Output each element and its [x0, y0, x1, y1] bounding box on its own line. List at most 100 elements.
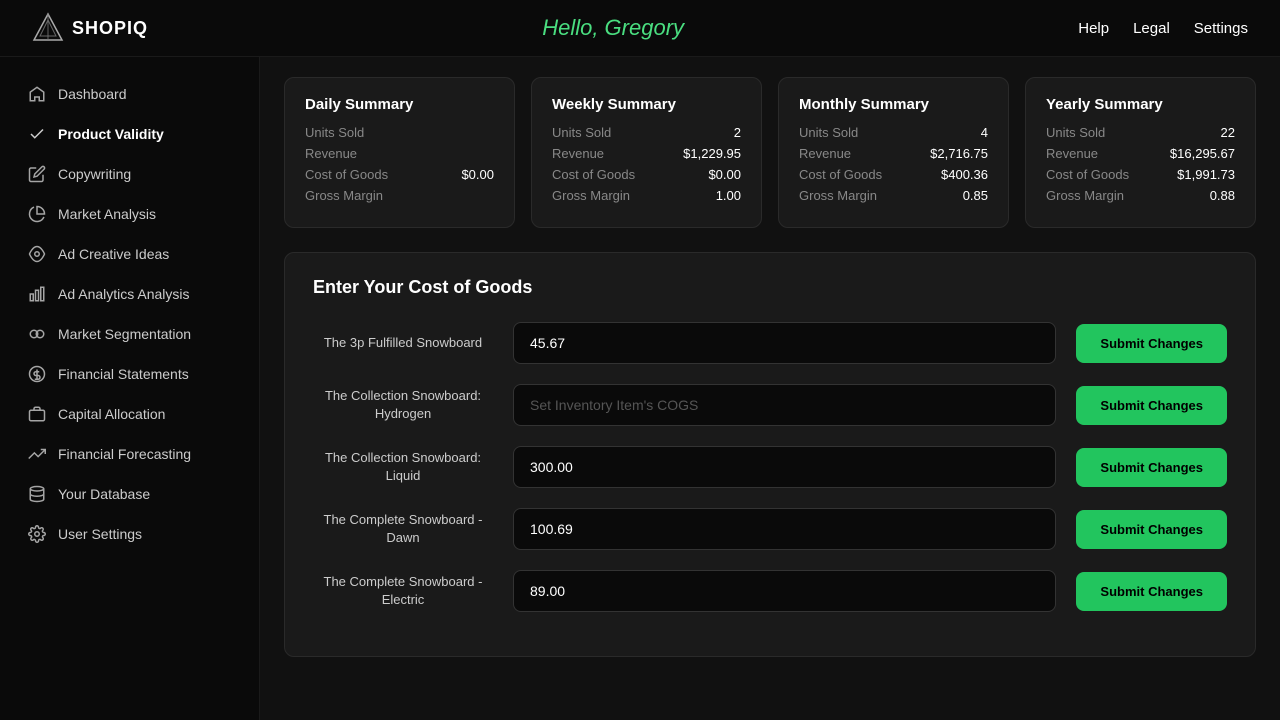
submit-btn-4[interactable]: Submit Changes [1076, 572, 1227, 611]
card-monthly-value-0: 4 [981, 125, 988, 140]
card-weekly: Weekly Summary Units Sold 2 Revenue $1,2… [531, 77, 762, 228]
card-weekly-label-3: Gross Margin [552, 188, 630, 203]
card-weekly-value-0: 2 [734, 125, 741, 140]
body-layout: Dashboard Product Validity Copywriting M… [0, 57, 1280, 720]
card-weekly-row-1: Revenue $1,229.95 [552, 146, 741, 161]
card-monthly-label-0: Units Sold [799, 125, 858, 140]
logo: SHOPIQ [32, 12, 148, 44]
sidebar-label-copywriting: Copywriting [58, 166, 131, 182]
card-yearly-value-2: $1,991.73 [1177, 167, 1235, 182]
sidebar-item-product-validity[interactable]: Product Validity [8, 115, 251, 153]
card-daily-title: Daily Summary [305, 96, 494, 113]
cog-panel-title: Enter Your Cost of Goods [313, 277, 1227, 298]
sidebar-item-user-settings[interactable]: User Settings [8, 515, 251, 553]
card-daily-label-3: Gross Margin [305, 188, 383, 203]
gear-icon [28, 525, 46, 543]
card-daily-value-2: $0.00 [461, 167, 494, 182]
card-yearly-value-3: 0.88 [1210, 188, 1235, 203]
header: SHOPIQ Hello, Gregory Help Legal Setting… [0, 0, 1280, 57]
dollar-icon [28, 365, 46, 383]
chart-pie-icon [28, 205, 46, 223]
card-weekly-row-3: Gross Margin 1.00 [552, 188, 741, 203]
help-link[interactable]: Help [1078, 20, 1109, 37]
card-monthly: Monthly Summary Units Sold 4 Revenue $2,… [778, 77, 1009, 228]
card-monthly-row-0: Units Sold 4 [799, 125, 988, 140]
card-daily-row-2: Cost of Goods $0.00 [305, 167, 494, 182]
cog-row: The Collection Snowboard: HydrogenSubmit… [313, 384, 1227, 426]
submit-btn-3[interactable]: Submit Changes [1076, 510, 1227, 549]
sidebar-item-financial-forecasting[interactable]: Financial Forecasting [8, 435, 251, 473]
card-monthly-value-3: 0.85 [963, 188, 988, 203]
card-yearly-value-0: 22 [1221, 125, 1235, 140]
sidebar-label-financial-statements: Financial Statements [58, 366, 189, 382]
card-yearly-row-0: Units Sold 22 [1046, 125, 1235, 140]
sidebar-item-copywriting[interactable]: Copywriting [8, 155, 251, 193]
sidebar-item-ad-creative-ideas[interactable]: Ad Creative Ideas [8, 235, 251, 273]
header-nav: Help Legal Settings [1078, 20, 1248, 37]
card-yearly-label-3: Gross Margin [1046, 188, 1124, 203]
pencil-icon [28, 165, 46, 183]
card-yearly-row-2: Cost of Goods $1,991.73 [1046, 167, 1235, 182]
card-monthly-title: Monthly Summary [799, 96, 988, 113]
sidebar-label-dashboard: Dashboard [58, 86, 127, 102]
card-yearly-label-2: Cost of Goods [1046, 167, 1129, 182]
cog-input-1[interactable] [513, 384, 1056, 426]
card-monthly-row-2: Cost of Goods $400.36 [799, 167, 988, 182]
card-yearly-label-1: Revenue [1046, 146, 1098, 161]
card-yearly-row-3: Gross Margin 0.88 [1046, 188, 1235, 203]
card-yearly-row-1: Revenue $16,295.67 [1046, 146, 1235, 161]
sidebar-item-financial-statements[interactable]: Financial Statements [8, 355, 251, 393]
sidebar-label-product-validity: Product Validity [58, 126, 164, 142]
cog-input-0[interactable] [513, 322, 1056, 364]
card-daily-label-0: Units Sold [305, 125, 364, 140]
card-weekly-row-0: Units Sold 2 [552, 125, 741, 140]
check-icon [28, 125, 46, 143]
circles-icon [28, 325, 46, 343]
card-monthly-value-1: $2,716.75 [930, 146, 988, 161]
sidebar-item-capital-allocation[interactable]: Capital Allocation [8, 395, 251, 433]
sidebar-item-ad-analytics[interactable]: Ad Analytics Analysis [8, 275, 251, 313]
sidebar-label-financial-forecasting: Financial Forecasting [58, 446, 191, 462]
submit-btn-2[interactable]: Submit Changes [1076, 448, 1227, 487]
sidebar-item-dashboard[interactable]: Dashboard [8, 75, 251, 113]
card-yearly-title: Yearly Summary [1046, 96, 1235, 113]
cog-row: The Collection Snowboard: LiquidSubmit C… [313, 446, 1227, 488]
sidebar-item-market-segmentation[interactable]: Market Segmentation [8, 315, 251, 353]
card-yearly-value-1: $16,295.67 [1170, 146, 1235, 161]
settings-link[interactable]: Settings [1194, 20, 1248, 37]
card-daily-label-1: Revenue [305, 146, 357, 161]
cog-product-name-0: The 3p Fulfilled Snowboard [313, 334, 493, 352]
card-weekly-value-3: 1.00 [716, 188, 741, 203]
legal-link[interactable]: Legal [1133, 20, 1170, 37]
card-yearly-label-0: Units Sold [1046, 125, 1105, 140]
database-icon [28, 485, 46, 503]
sidebar-label-market-segmentation: Market Segmentation [58, 326, 191, 342]
card-weekly-row-2: Cost of Goods $0.00 [552, 167, 741, 182]
sidebar-label-user-settings: User Settings [58, 526, 142, 542]
sidebar-label-capital-allocation: Capital Allocation [58, 406, 165, 422]
card-daily: Daily Summary Units Sold Revenue Cost of… [284, 77, 515, 228]
bar-chart-icon [28, 285, 46, 303]
card-monthly-label-3: Gross Margin [799, 188, 877, 203]
cog-product-name-3: The Complete Snowboard - Dawn [313, 511, 493, 547]
sidebar-label-your-database: Your Database [58, 486, 150, 502]
sidebar-item-your-database[interactable]: Your Database [8, 475, 251, 513]
logo-icon [32, 12, 64, 44]
cog-input-3[interactable] [513, 508, 1056, 550]
cog-input-2[interactable] [513, 446, 1056, 488]
card-weekly-title: Weekly Summary [552, 96, 741, 113]
trending-icon [28, 445, 46, 463]
home-icon [28, 85, 46, 103]
card-monthly-label-1: Revenue [799, 146, 851, 161]
submit-btn-1[interactable]: Submit Changes [1076, 386, 1227, 425]
sidebar-item-market-analysis[interactable]: Market Analysis [8, 195, 251, 233]
card-daily-row-0: Units Sold [305, 125, 494, 140]
cog-input-4[interactable] [513, 570, 1056, 612]
submit-btn-0[interactable]: Submit Changes [1076, 324, 1227, 363]
sidebar-label-ad-analytics: Ad Analytics Analysis [58, 286, 190, 302]
card-weekly-value-2: $0.00 [708, 167, 741, 182]
main-content: Daily Summary Units Sold Revenue Cost of… [260, 57, 1280, 720]
cog-row: The Complete Snowboard - Dawn Submit Chan… [313, 508, 1227, 550]
card-weekly-value-1: $1,229.95 [683, 146, 741, 161]
card-weekly-label-0: Units Sold [552, 125, 611, 140]
